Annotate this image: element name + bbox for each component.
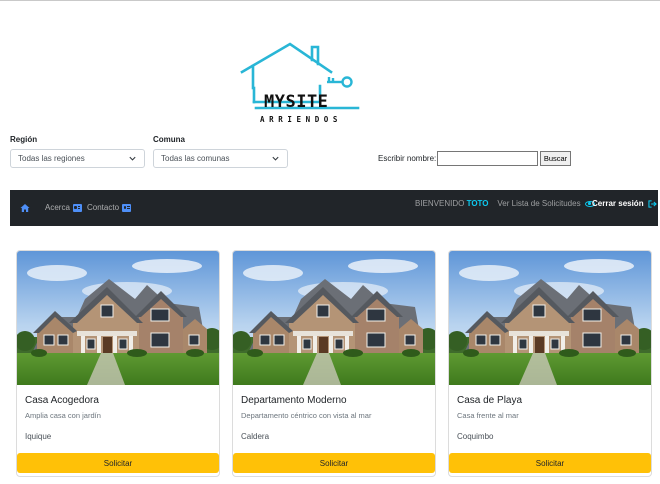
listing-card: Departamento Moderno Departamento céntri… <box>232 250 436 477</box>
nav-about-label: Acerca <box>45 203 70 212</box>
listing-title: Departamento Moderno <box>241 395 347 406</box>
request-button[interactable]: Solicitar <box>449 453 651 473</box>
site-logo[interactable]: MYSITE ARRIENDOS <box>240 42 362 128</box>
listing-description: Departamento céntrico con vista al mar <box>241 411 372 420</box>
welcome-user: TOTO <box>466 199 489 208</box>
region-select[interactable]: Todas las regiones <box>10 149 145 168</box>
nav-contact-link[interactable]: Contacto <box>87 203 132 212</box>
commune-select-value: Todas las comunas <box>161 154 230 163</box>
logout-link[interactable]: Cerrar sesión <box>592 199 657 208</box>
listing-title: Casa de Playa <box>457 395 523 406</box>
listing-city: Caldera <box>241 432 270 441</box>
nav-contact-label: Contacto <box>87 203 120 212</box>
top-navbar: Acerca Contacto BIENVENIDO TOTO Ver List… <box>10 190 658 226</box>
house-photo <box>233 251 435 385</box>
requests-link[interactable]: Ver Lista de Solicitudes <box>497 199 595 208</box>
listing-description: Casa frente al mar <box>457 411 519 420</box>
house-photo <box>17 251 219 385</box>
listing-city: Iquique <box>25 432 52 441</box>
top-divider <box>0 0 660 1</box>
listing-city: Coquimbo <box>457 432 494 441</box>
region-select-value: Todas las regiones <box>18 154 85 163</box>
requests-link-label: Ver Lista de Solicitudes <box>497 199 581 208</box>
listing-description: Amplia casa con jardín <box>25 411 101 420</box>
commune-label: Comuna <box>153 135 185 144</box>
welcome-message: BIENVENIDO TOTO Ver Lista de Solicitudes <box>415 199 595 208</box>
nav-about-link[interactable]: Acerca <box>45 203 82 212</box>
request-button[interactable]: Solicitar <box>233 453 435 473</box>
logo-subtitle: ARRIENDOS <box>260 115 343 124</box>
search-button[interactable]: Buscar <box>540 151 571 166</box>
house-photo <box>449 251 651 385</box>
listing-card: Casa Acogedora Amplia casa con jardín Iq… <box>16 250 220 477</box>
sign-out-icon <box>648 200 657 208</box>
logo-title: MYSITE <box>264 92 329 112</box>
region-label: Región <box>10 135 38 144</box>
listing-card: Casa de Playa Casa frente al mar Coquimb… <box>448 250 652 477</box>
chevron-down-icon <box>272 156 279 161</box>
welcome-prefix: BIENVENIDO <box>415 199 465 208</box>
id-card-icon <box>72 203 82 212</box>
request-button[interactable]: Solicitar <box>17 453 219 473</box>
house-icon[interactable] <box>20 203 30 213</box>
search-label: Escribir nombre: <box>378 154 437 163</box>
logout-label: Cerrar sesión <box>592 199 644 208</box>
contact-card-icon <box>122 203 132 212</box>
chevron-down-icon <box>129 156 136 161</box>
commune-select[interactable]: Todas las comunas <box>153 149 288 168</box>
listing-title: Casa Acogedora <box>25 395 99 406</box>
search-input[interactable] <box>437 151 538 166</box>
